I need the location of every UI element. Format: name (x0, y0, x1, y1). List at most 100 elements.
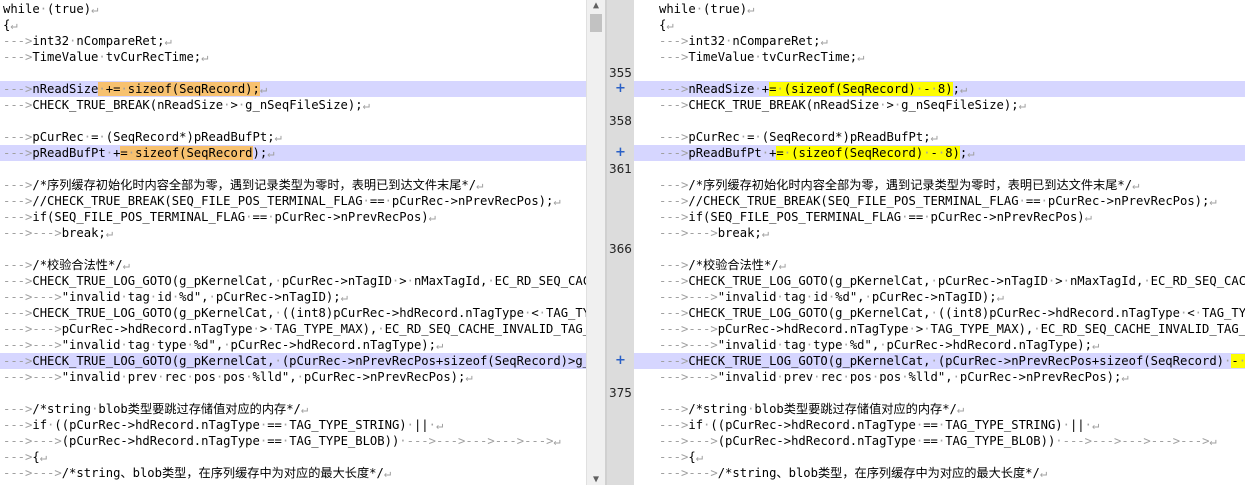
right-code-text: --->CHECK_TRUE_LOG_GOTO(g_pKernelCat,·pC… (659, 274, 1245, 288)
right-code-line[interactable]: --->--->"invalid·prev·rec·pos·pos·%lld",… (634, 369, 1245, 385)
right-code-line[interactable] (634, 241, 1245, 257)
diff-gutter: 355 +358 +361 366 +375 (607, 0, 634, 485)
right-code-line[interactable]: --->//CHECK_TRUE_BREAK(SEQ_FILE_POS_TERM… (634, 193, 1245, 209)
left-code-line[interactable]: --->pReadBufPt·+=·sizeof(SeqRecord);↵ (0, 145, 586, 161)
left-code-line[interactable]: --->{↵ (0, 449, 586, 465)
right-code-line[interactable]: --->--->/*string、blob类型，在序列缓存中为对应的最大长度*/… (634, 465, 1245, 481)
right-code-line[interactable] (634, 161, 1245, 177)
right-code-text: while·(true)↵ (659, 2, 755, 16)
left-code-line[interactable]: --->TimeValue·tvCurRecTime;↵ (0, 49, 586, 65)
right-code-text: --->--->break;↵ (659, 226, 770, 240)
right-code-text: {↵ (659, 18, 674, 32)
left-code-line[interactable]: --->--->"invalid·prev·rec·pos·pos·%lld",… (0, 369, 586, 385)
right-code-line[interactable] (634, 65, 1245, 81)
left-code-line[interactable]: --->pCurRec·=·(SeqRecord*)pReadBufPt;↵ (0, 129, 586, 145)
left-code-line[interactable]: --->nReadSize·+=·sizeof(SeqRecord);↵ (0, 81, 586, 97)
right-change-highlight: =·(sizeof(SeqRecord)·-·8) (769, 82, 953, 96)
left-code-line[interactable]: --->--->(pCurRec->hdRecord.nTagType·==·T… (0, 433, 586, 449)
right-code-line[interactable]: --->int32·nCompareRet;↵ (634, 33, 1245, 49)
left-code-line[interactable]: --->CHECK_TRUE_LOG_GOTO(g_pKernelCat,·((… (0, 305, 586, 321)
left-code-text: --->nReadSize·+=·sizeof(SeqRecord);↵ (3, 82, 268, 96)
left-code-text: --->--->··· (3, 481, 84, 485)
right-code-line[interactable]: --->--->"invalid·tag·id·%d",·pCurRec->nT… (634, 289, 1245, 305)
right-code-text: --->/*string·blob类型要跳过存储值对应的内存*/↵ (659, 402, 965, 416)
left-code-line[interactable]: --->CHECK_TRUE_LOG_GOTO(g_pKernelCat,·(p… (0, 353, 586, 369)
left-code-text: --->int32·nCompareRet;↵ (3, 34, 172, 48)
left-code-text: --->CHECK_TRUE_LOG_GOTO(g_pKernelCat,·(p… (3, 354, 586, 368)
right-code-line[interactable]: --->--->(pCurRec->hdRecord.nTagType·==·T… (634, 433, 1245, 449)
left-code-line[interactable]: {↵ (0, 17, 586, 33)
left-code-line[interactable]: --->--->/*string、blob类型，在序列缓存中为对应的最大长度*/… (0, 465, 586, 481)
right-code-line[interactable]: --->nReadSize·+=·(sizeof(SeqRecord)·-·8)… (634, 81, 1245, 97)
right-code-line[interactable]: --->--->break;↵ (634, 225, 1245, 241)
right-code-text: --->pCurRec·=·(SeqRecord*)pReadBufPt;↵ (659, 130, 938, 144)
left-code-line[interactable]: while·(true)↵ (0, 1, 586, 17)
right-code-text: --->if·((pCurRec->hdRecord.nTagType·==·T… (659, 418, 1100, 432)
right-code-line[interactable]: --->CHECK_TRUE_BREAK(nReadSize·>·g_nSeqF… (634, 97, 1245, 113)
left-code-line[interactable]: --->--->pCurRec->hdRecord.nTagType·>·TAG… (0, 321, 586, 337)
left-code-text: --->--->"invalid·tag·id·%d",·pCurRec->nT… (3, 290, 348, 304)
left-code-line[interactable] (0, 161, 586, 177)
scroll-down-icon[interactable]: ▼ (587, 474, 605, 485)
right-code-line[interactable]: --->CHECK_TRUE_LOG_GOTO(g_pKernelCat,·(p… (634, 353, 1245, 369)
left-code-text: --->CHECK_TRUE_LOG_GOTO(g_pKernelCat,·pC… (3, 274, 586, 288)
right-code-line[interactable]: --->pCurRec·=·(SeqRecord*)pReadBufPt;↵ (634, 129, 1245, 145)
left-code-line[interactable]: --->--->break;↵ (0, 225, 586, 241)
right-code-line[interactable]: --->/*string·blob类型要跳过存储值对应的内存*/↵ (634, 401, 1245, 417)
left-code-line[interactable]: --->/*校验合法性*/↵ (0, 257, 586, 273)
scrollbar-thumb[interactable] (590, 14, 602, 32)
scroll-up-icon[interactable]: ▲ (587, 0, 605, 11)
right-code-text: --->int32·nCompareRet;↵ (659, 34, 828, 48)
right-code-line[interactable]: --->CHECK_TRUE_LOG_GOTO(g_pKernelCat,·((… (634, 305, 1245, 321)
right-code-line[interactable]: --->/*校验合法性*/↵ (634, 257, 1245, 273)
left-code-line[interactable] (0, 65, 586, 81)
left-vertical-scrollbar[interactable]: ▲ ▼ (586, 0, 605, 485)
right-code-line[interactable]: --->/*序列缓存初始化时内容全部为零，遇到记录类型为零时，表明已到达文件末尾… (634, 177, 1245, 193)
left-code-line[interactable] (0, 385, 586, 401)
left-code-line[interactable]: --->--->··· (0, 481, 586, 485)
left-code-line[interactable]: --->//CHECK_TRUE_BREAK(SEQ_FILE_POS_TERM… (0, 193, 586, 209)
right-change-highlight: -·8 (1231, 354, 1245, 368)
left-code-line[interactable]: --->CHECK_TRUE_BREAK(nReadSize·>·g_nSeqF… (0, 97, 586, 113)
right-code-text: --->--->pCurRec->hdRecord.nTagType·>·TAG… (659, 322, 1245, 336)
right-code-line[interactable]: {↵ (634, 17, 1245, 33)
right-code-line[interactable] (634, 385, 1245, 401)
right-code-line[interactable]: --->TimeValue·tvCurRecTime;↵ (634, 49, 1245, 65)
right-code-line[interactable]: --->pReadBufPt·+=·(sizeof(SeqRecord)·-·8… (634, 145, 1245, 161)
right-code-line[interactable]: --->--->"invalid·tag·type·%d",·pCurRec->… (634, 337, 1245, 353)
left-code-line[interactable]: --->--->"invalid·tag·type·%d",·pCurRec->… (0, 337, 586, 353)
left-code-text: --->/*string·blob类型要跳过存储值对应的内存*/↵ (3, 402, 309, 416)
right-code-line[interactable]: --->--->pCurRec->hdRecord.nTagType·>·TAG… (634, 321, 1245, 337)
right-code-line[interactable]: --->if·((pCurRec->hdRecord.nTagType·==·T… (634, 417, 1245, 433)
left-code-line[interactable] (0, 241, 586, 257)
left-code-line[interactable]: --->CHECK_TRUE_LOG_GOTO(g_pKernelCat,·pC… (0, 273, 586, 289)
left-code-line[interactable]: --->/*序列缓存初始化时内容全部为零，遇到记录类型为零时，表明已到达文件末尾… (0, 177, 586, 193)
left-change-highlight: ·+=·sizeof(SeqRecord); (98, 82, 260, 96)
left-code-line[interactable]: --->/*string·blob类型要跳过存储值对应的内存*/↵ (0, 401, 586, 417)
left-code-line[interactable]: --->--->"invalid·tag·id·%d",·pCurRec->nT… (0, 289, 586, 305)
left-code-text: --->if(SEQ_FILE_POS_TERMINAL_FLAG·==·pCu… (3, 210, 436, 224)
right-code-line[interactable]: while·(true)↵ (634, 1, 1245, 17)
left-code-pane[interactable]: while·(true)↵ {↵ --->int32·nCompareRet;↵ --… (0, 0, 586, 485)
left-code-text: --->--->"invalid·prev·rec·pos·pos·%lld",… (3, 370, 473, 384)
left-code-line[interactable]: --->if(SEQ_FILE_POS_TERMINAL_FLAG·==·pCu… (0, 209, 586, 225)
right-code-line[interactable]: --->--->··· (634, 481, 1245, 485)
right-code-line[interactable]: --->if(SEQ_FILE_POS_TERMINAL_FLAG·==·pCu… (634, 209, 1245, 225)
left-code-text: --->TimeValue·tvCurRecTime;↵ (3, 50, 209, 64)
right-change-highlight: =·(sizeof(SeqRecord)·-·8) (776, 146, 960, 160)
right-code-line[interactable] (634, 113, 1245, 129)
right-code-line[interactable]: --->CHECK_TRUE_LOG_GOTO(g_pKernelCat,·pC… (634, 273, 1245, 289)
left-code-text: --->CHECK_TRUE_LOG_GOTO(g_pKernelCat,·((… (3, 306, 586, 320)
left-code-line[interactable]: --->if·((pCurRec->hdRecord.nTagType·==·T… (0, 417, 586, 433)
left-code-text: --->/*序列缓存初始化时内容全部为零，遇到记录类型为零时，表明已到达文件末尾… (3, 178, 484, 192)
left-code-line[interactable] (0, 113, 586, 129)
left-code-line[interactable]: --->int32·nCompareRet;↵ (0, 33, 586, 49)
right-code-text: --->{↵ (659, 450, 704, 464)
added-line-marker-icon: + (615, 353, 626, 368)
right-code-line[interactable]: --->{↵ (634, 449, 1245, 465)
right-code-text: --->CHECK_TRUE_BREAK(nReadSize·>·g_nSeqF… (659, 98, 1026, 112)
left-code-text: --->pCurRec·=·(SeqRecord*)pReadBufPt;↵ (3, 130, 282, 144)
right-code-pane[interactable]: while·(true)↵ {↵ --->int32·nCompareRet;↵ --… (634, 0, 1245, 485)
right-code-text: --->/*校验合法性*/↵ (659, 258, 786, 272)
right-code-text: --->nReadSize·+=·(sizeof(SeqRecord)·-·8)… (659, 82, 968, 96)
